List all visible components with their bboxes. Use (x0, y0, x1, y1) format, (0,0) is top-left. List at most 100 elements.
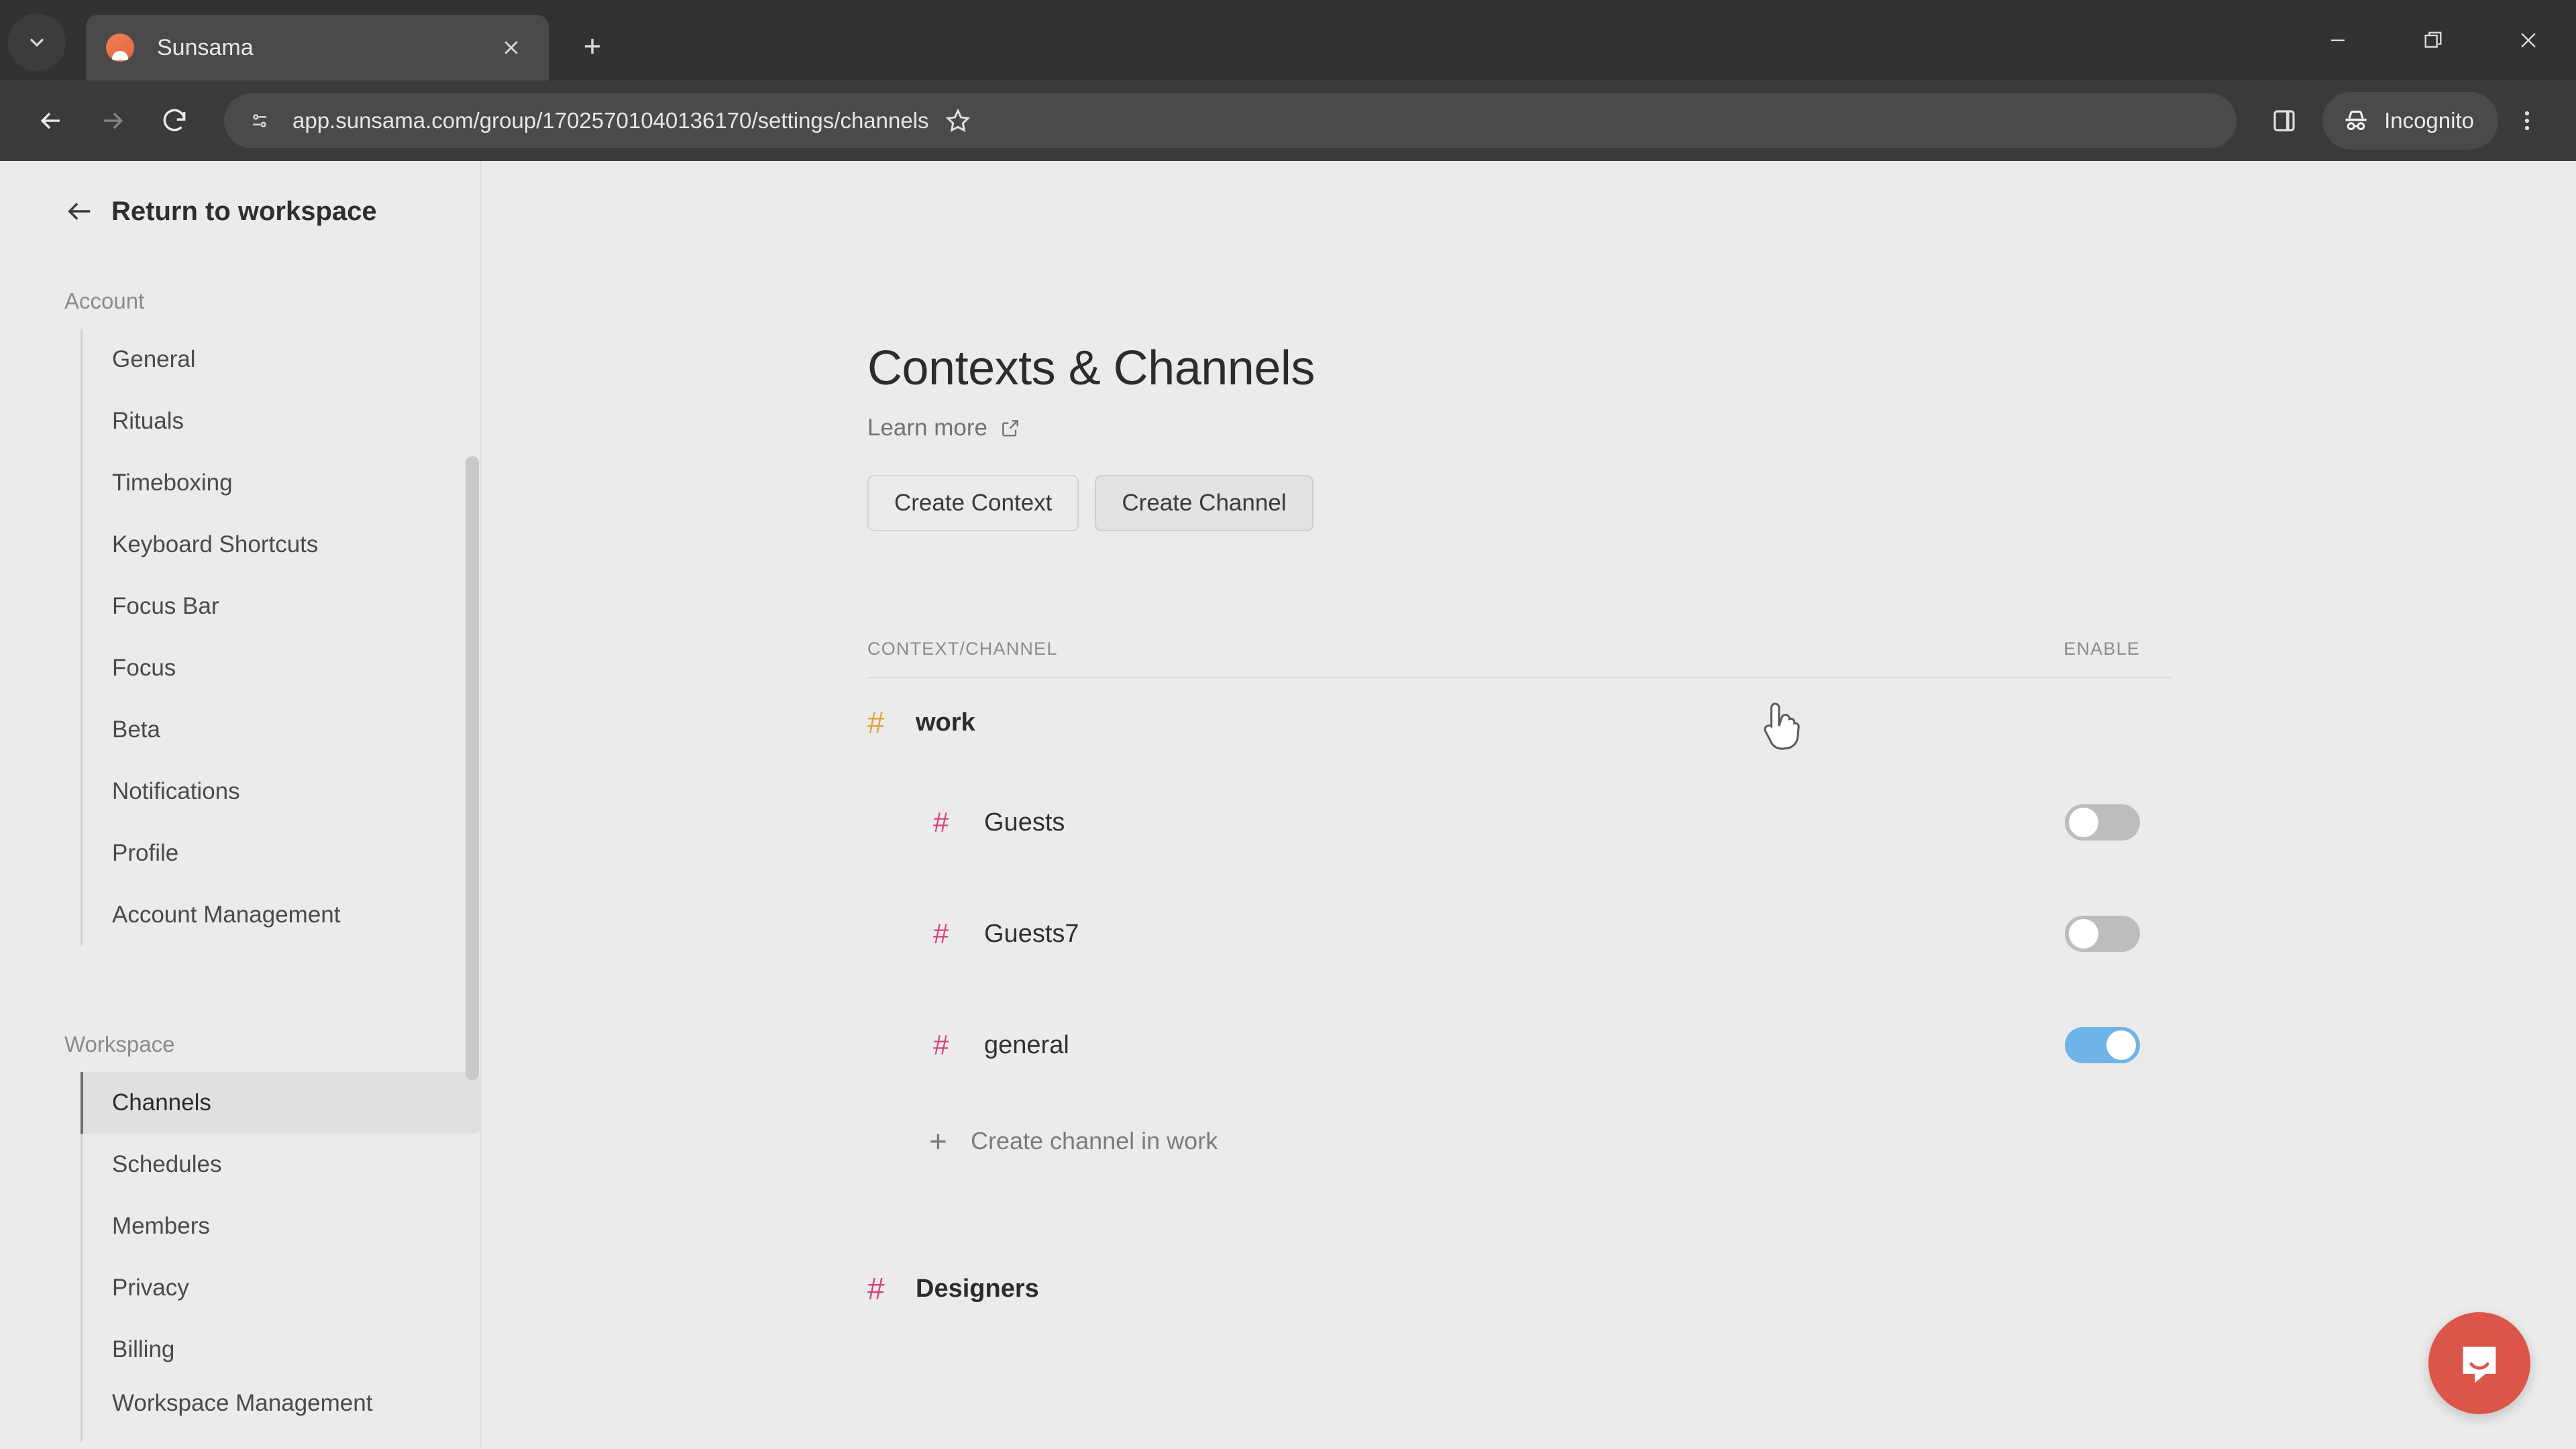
reload-button[interactable] (144, 90, 205, 152)
sidebar-item-beta[interactable]: Beta (83, 699, 480, 761)
browser-window: Sunsama app.sunsama.com/group/1702570104… (0, 0, 2576, 1449)
tab-title: Sunsama (157, 34, 254, 60)
close-tab-button[interactable] (494, 30, 529, 65)
browser-tab[interactable]: Sunsama (86, 15, 549, 80)
sunsama-logo-icon (106, 34, 134, 62)
maximize-button[interactable] (2385, 0, 2481, 80)
column-header-enable: ENABLE (2063, 639, 2140, 659)
page-body: Return to workspace Account General Ritu… (0, 161, 2576, 1449)
intercom-chat-icon (2463, 1346, 2496, 1383)
sidebar-list-workspace: Channels Schedules Members Privacy Billi… (80, 1072, 480, 1442)
three-dot-menu-icon (2524, 111, 2530, 131)
navigation-bar: app.sunsama.com/group/17025701040136170/… (0, 80, 2576, 161)
enable-toggle-guests7[interactable] (2065, 916, 2140, 952)
sidebar-item-keyboard-shortcuts[interactable]: Keyboard Shortcuts (83, 514, 480, 576)
sidebar-item-schedules[interactable]: Schedules (83, 1134, 480, 1195)
bookmark-button[interactable] (929, 92, 987, 150)
learn-more-link[interactable]: Learn more (867, 415, 1021, 441)
sidebar-section-workspace: Workspace Channels Schedules Members Pri… (0, 1032, 480, 1442)
enable-toggle-general[interactable] (2065, 1027, 2140, 1063)
sidebar-item-members[interactable]: Members (83, 1195, 480, 1257)
incognito-indicator[interactable]: Incognito (2322, 92, 2498, 150)
url-text: app.sunsama.com/group/17025701040136170/… (292, 108, 929, 133)
channel-label-group: # Guests7 (933, 918, 1079, 950)
sidebar-list-account: General Rituals Timeboxing Keyboard Shor… (80, 329, 480, 946)
context-name: Designers (916, 1274, 1039, 1303)
sidebar-item-timeboxing[interactable]: Timeboxing (83, 452, 480, 514)
minimize-button[interactable] (2290, 0, 2385, 80)
close-window-icon (2521, 33, 2536, 48)
sidebar-item-rituals[interactable]: Rituals (83, 390, 480, 452)
create-channel-in-context-button[interactable]: + Create channel in work (867, 1101, 2172, 1181)
create-channel-button[interactable]: Create Channel (1095, 475, 1313, 531)
minimize-icon (2331, 39, 2345, 42)
channel-label-group: # general (933, 1029, 1069, 1061)
side-panel-button[interactable] (2255, 92, 2313, 150)
sidebar-item-billing[interactable]: Billing (83, 1319, 480, 1381)
settings-sidebar: Return to workspace Account General Ritu… (0, 161, 482, 1449)
site-settings-button[interactable] (239, 100, 280, 142)
sidebar-item-workspace-management[interactable]: Workspace Management (83, 1381, 480, 1442)
context-row-designers[interactable]: # Designers (867, 1244, 2172, 1333)
tab-search-button[interactable] (8, 13, 66, 71)
table-row[interactable]: # general (867, 989, 2172, 1101)
enable-toggle-guests[interactable] (2065, 804, 2140, 841)
close-icon (504, 41, 518, 54)
back-button[interactable] (20, 90, 82, 152)
sidebar-item-privacy[interactable]: Privacy (83, 1257, 480, 1319)
table-row[interactable]: # Guests (867, 767, 2172, 878)
context-group-work: # work # Guests # Guests7 # general + Cr… (867, 678, 2172, 1181)
reload-icon (163, 109, 186, 131)
site-settings-icon (253, 114, 266, 127)
new-tab-button[interactable] (568, 21, 617, 71)
channel-name: Guests (984, 808, 1065, 837)
sidebar-scrollbar[interactable] (466, 456, 479, 1080)
chevron-down-icon (30, 38, 44, 47)
plus-icon: + (929, 1124, 947, 1159)
column-header-context-channel: CONTEXT/CHANNEL (867, 639, 1058, 659)
browser-menu-button[interactable] (2498, 92, 2556, 150)
page-title: Contexts & Channels (867, 341, 1315, 395)
sidebar-item-focus[interactable]: Focus (83, 637, 480, 699)
star-icon (945, 108, 970, 132)
create-context-button[interactable]: Create Context (867, 475, 1079, 531)
return-to-workspace-button[interactable]: Return to workspace (0, 161, 480, 227)
context-row-work[interactable]: # work (867, 678, 2172, 767)
settings-panel: Contexts & Channels Learn more Create Co… (867, 341, 2172, 1333)
close-window-button[interactable] (2481, 0, 2576, 80)
sidebar-item-notifications[interactable]: Notifications (83, 761, 480, 822)
sidebar-item-channels[interactable]: Channels (80, 1072, 480, 1134)
tab-strip: Sunsama (0, 0, 2576, 80)
hash-icon: # (867, 1271, 885, 1306)
return-to-workspace-label: Return to workspace (111, 196, 377, 226)
learn-more-label: Learn more (867, 415, 987, 441)
section-title-workspace: Workspace (64, 1032, 175, 1057)
hash-icon: # (933, 1029, 949, 1061)
sidebar-item-account-management[interactable]: Account Management (83, 884, 480, 946)
plus-icon (584, 38, 600, 54)
context-group-designers: # Designers (867, 1244, 2172, 1333)
sidebar-item-focus-bar[interactable]: Focus Bar (83, 576, 480, 637)
support-chat-button[interactable] (2428, 1312, 2530, 1414)
incognito-hat-icon (2345, 110, 2367, 131)
sidebar-item-general[interactable]: General (83, 329, 480, 390)
restore-window-icon (2424, 32, 2442, 48)
address-bar[interactable]: app.sunsama.com/group/17025701040136170/… (224, 93, 2237, 148)
arrow-right-icon (104, 112, 123, 129)
sidebar-section-account: Account General Rituals Timeboxing Keybo… (0, 288, 480, 946)
external-link-icon (1002, 420, 1018, 437)
channel-name: Guests7 (984, 919, 1079, 948)
section-title-account: Account (64, 288, 145, 313)
incognito-label: Incognito (2384, 108, 2474, 133)
forward-button[interactable] (82, 90, 144, 152)
context-name: work (916, 708, 975, 737)
arrow-left-icon (40, 112, 60, 129)
channel-label-group: # Guests (933, 806, 1065, 839)
sidebar-item-profile[interactable]: Profile (83, 822, 480, 884)
omnibox-actions (929, 92, 987, 150)
window-controls (2290, 0, 2576, 80)
hash-icon: # (933, 918, 949, 949)
table-row[interactable]: # Guests7 (867, 878, 2172, 989)
action-buttons: Create Context Create Channel (867, 475, 2172, 531)
main-content: Contexts & Channels Learn more Create Co… (482, 161, 2576, 1449)
